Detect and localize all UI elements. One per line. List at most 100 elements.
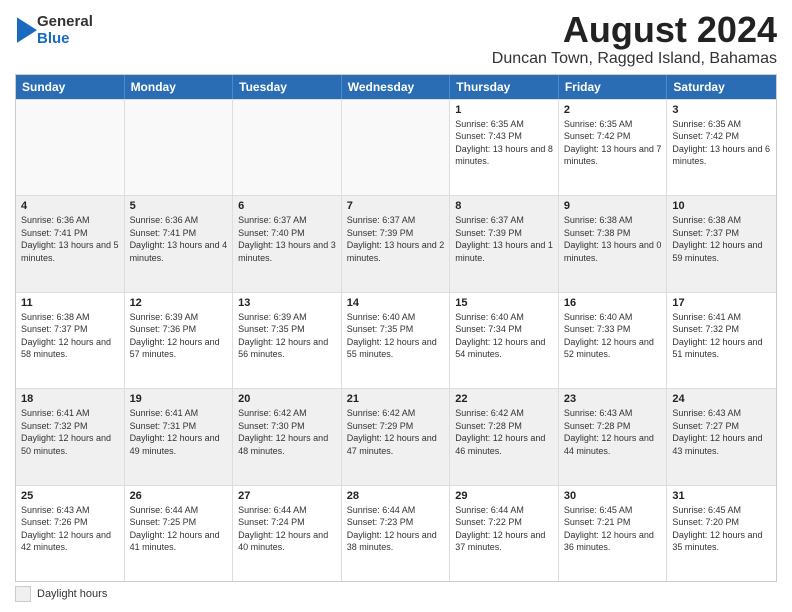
day-number: 5 (130, 200, 228, 212)
calendar-cell: 15Sunrise: 6:40 AM Sunset: 7:34 PM Dayli… (450, 293, 559, 388)
calendar-cell: 9 Sunrise: 6:38 AM Sunset: 7:38 PM Daylig… (559, 196, 668, 291)
day-detail: Sunrise: 6:37 AM Sunset: 7:40 PM Dayligh… (238, 214, 336, 264)
day-number: 16 (564, 297, 662, 309)
day-number: 18 (21, 393, 119, 405)
calendar-cell: 22 Sunrise: 6:42 AM Sunset: 7:28 PM Dayli… (450, 389, 559, 484)
day-number: 23 (564, 393, 662, 405)
day-number: 30 (564, 490, 662, 502)
day-detail: Sunrise: 6:40 AM Sunset: 7:34 PM Dayligh… (455, 311, 553, 361)
day-number: 14 (347, 297, 445, 309)
calendar-cell: 25Sunrise: 6:43 AM Sunset: 7:26 PM Dayli… (16, 486, 125, 581)
day-detail: Sunrise: 6:40 AM Sunset: 7:33 PM Dayligh… (564, 311, 662, 361)
calendar-cell: 14 Sunrise: 6:40 AM Sunset: 7:35 PM Dayli… (342, 293, 451, 388)
day-detail: Sunrise: 6:35 AM Sunset: 7:43 PM Dayligh… (455, 118, 553, 168)
calendar-cell: 5 Sunrise: 6:36 AM Sunset: 7:41 PM Daylig… (125, 196, 234, 291)
calendar-cell: 18 Sunrise: 6:41 AM Sunset: 7:32 PM Dayli… (16, 389, 125, 484)
calendar-cell: 3Sunrise: 6:35 AM Sunset: 7:42 PM Daylig… (667, 100, 776, 195)
calendar-cell: 17Sunrise: 6:41 AM Sunset: 7:32 PM Dayli… (667, 293, 776, 388)
calendar-cell: 24Sunrise: 6:43 AM Sunset: 7:27 PM Dayli… (667, 389, 776, 484)
footer-daylight-box (15, 586, 31, 602)
calendar-week: 4 Sunrise: 6:36 AM Sunset: 7:41 PM Daylig… (16, 195, 776, 291)
calendar-cell: 7 Sunrise: 6:37 AM Sunset: 7:39 PM Daylig… (342, 196, 451, 291)
calendar-week: 18 Sunrise: 6:41 AM Sunset: 7:32 PM Dayli… (16, 388, 776, 484)
calendar-cell: 11Sunrise: 6:38 AM Sunset: 7:37 PM Dayli… (16, 293, 125, 388)
day-detail: Sunrise: 6:45 AM Sunset: 7:21 PM Dayligh… (564, 504, 662, 554)
calendar-header-cell: Sunday (16, 75, 125, 99)
title-block: August 2024 Duncan Town, Ragged Island, … (492, 10, 777, 68)
day-number: 12 (130, 297, 228, 309)
day-detail: Sunrise: 6:42 AM Sunset: 7:30 PM Dayligh… (238, 407, 336, 457)
calendar-cell: 10 Sunrise: 6:38 AM Sunset: 7:37 PM Dayli… (667, 196, 776, 291)
calendar-cell: 13 Sunrise: 6:39 AM Sunset: 7:35 PM Dayli… (233, 293, 342, 388)
footer-label: Daylight hours (37, 588, 107, 600)
calendar: SundayMondayTuesdayWednesdayThursdayFrid… (15, 74, 777, 582)
day-detail: Sunrise: 6:36 AM Sunset: 7:41 PM Dayligh… (130, 214, 228, 264)
calendar-cell: 4 Sunrise: 6:36 AM Sunset: 7:41 PM Daylig… (16, 196, 125, 291)
day-detail: Sunrise: 6:41 AM Sunset: 7:32 PM Dayligh… (672, 311, 771, 361)
calendar-cell (342, 100, 451, 195)
day-number: 27 (238, 490, 336, 502)
day-detail: Sunrise: 6:38 AM Sunset: 7:37 PM Dayligh… (21, 311, 119, 361)
day-number: 1 (455, 104, 553, 116)
day-number: 9 (564, 200, 662, 212)
day-detail: Sunrise: 6:39 AM Sunset: 7:35 PM Dayligh… (238, 311, 336, 361)
day-detail: Sunrise: 6:42 AM Sunset: 7:28 PM Dayligh… (455, 407, 553, 457)
day-detail: Sunrise: 6:43 AM Sunset: 7:27 PM Dayligh… (672, 407, 771, 457)
day-number: 4 (21, 200, 119, 212)
calendar-cell: 8Sunrise: 6:37 AM Sunset: 7:39 PM Daylig… (450, 196, 559, 291)
calendar-cell: 23 Sunrise: 6:43 AM Sunset: 7:28 PM Dayli… (559, 389, 668, 484)
logo-blue: Blue (37, 31, 93, 48)
day-number: 13 (238, 297, 336, 309)
calendar-cell: 6 Sunrise: 6:37 AM Sunset: 7:40 PM Daylig… (233, 196, 342, 291)
day-detail: Sunrise: 6:38 AM Sunset: 7:38 PM Dayligh… (564, 214, 662, 264)
calendar-cell (125, 100, 234, 195)
calendar-cell: 20Sunrise: 6:42 AM Sunset: 7:30 PM Dayli… (233, 389, 342, 484)
day-number: 2 (564, 104, 662, 116)
day-detail: Sunrise: 6:35 AM Sunset: 7:42 PM Dayligh… (564, 118, 662, 168)
calendar-header-cell: Tuesday (233, 75, 342, 99)
logo: General Blue (15, 14, 93, 47)
day-number: 6 (238, 200, 336, 212)
day-detail: Sunrise: 6:36 AM Sunset: 7:41 PM Dayligh… (21, 214, 119, 264)
calendar-cell: 2 Sunrise: 6:35 AM Sunset: 7:42 PM Daylig… (559, 100, 668, 195)
logo-icon (17, 17, 37, 45)
calendar-header-cell: Wednesday (342, 75, 451, 99)
page: General Blue August 2024 Duncan Town, Ra… (0, 0, 792, 612)
day-number: 29 (455, 490, 553, 502)
day-number: 10 (672, 200, 771, 212)
calendar-header-row: SundayMondayTuesdayWednesdayThursdayFrid… (16, 75, 776, 99)
calendar-cell: 1 Sunrise: 6:35 AM Sunset: 7:43 PM Daylig… (450, 100, 559, 195)
calendar-week: 25Sunrise: 6:43 AM Sunset: 7:26 PM Dayli… (16, 485, 776, 581)
day-detail: Sunrise: 6:40 AM Sunset: 7:35 PM Dayligh… (347, 311, 445, 361)
logo-text: General Blue (37, 14, 93, 47)
calendar-cell: 31 Sunrise: 6:45 AM Sunset: 7:20 PM Dayli… (667, 486, 776, 581)
day-detail: Sunrise: 6:42 AM Sunset: 7:29 PM Dayligh… (347, 407, 445, 457)
calendar-cell: 28Sunrise: 6:44 AM Sunset: 7:23 PM Dayli… (342, 486, 451, 581)
calendar-cell: 16 Sunrise: 6:40 AM Sunset: 7:33 PM Dayli… (559, 293, 668, 388)
day-number: 25 (21, 490, 119, 502)
day-detail: Sunrise: 6:37 AM Sunset: 7:39 PM Dayligh… (347, 214, 445, 264)
day-detail: Sunrise: 6:35 AM Sunset: 7:42 PM Dayligh… (672, 118, 771, 168)
day-number: 22 (455, 393, 553, 405)
day-number: 31 (672, 490, 771, 502)
day-detail: Sunrise: 6:38 AM Sunset: 7:37 PM Dayligh… (672, 214, 771, 264)
footer: Daylight hours (15, 586, 777, 602)
header: General Blue August 2024 Duncan Town, Ra… (15, 10, 777, 68)
calendar-week: 11Sunrise: 6:38 AM Sunset: 7:37 PM Dayli… (16, 292, 776, 388)
main-title: August 2024 (492, 10, 777, 50)
day-detail: Sunrise: 6:41 AM Sunset: 7:32 PM Dayligh… (21, 407, 119, 457)
day-detail: Sunrise: 6:44 AM Sunset: 7:22 PM Dayligh… (455, 504, 553, 554)
calendar-header-cell: Friday (559, 75, 668, 99)
day-detail: Sunrise: 6:43 AM Sunset: 7:28 PM Dayligh… (564, 407, 662, 457)
day-number: 7 (347, 200, 445, 212)
day-detail: Sunrise: 6:45 AM Sunset: 7:20 PM Dayligh… (672, 504, 771, 554)
calendar-cell (16, 100, 125, 195)
day-detail: Sunrise: 6:41 AM Sunset: 7:31 PM Dayligh… (130, 407, 228, 457)
calendar-body: 1 Sunrise: 6:35 AM Sunset: 7:43 PM Daylig… (16, 99, 776, 581)
calendar-cell (233, 100, 342, 195)
calendar-cell: 19Sunrise: 6:41 AM Sunset: 7:31 PM Dayli… (125, 389, 234, 484)
day-number: 26 (130, 490, 228, 502)
calendar-cell: 29 Sunrise: 6:44 AM Sunset: 7:22 PM Dayli… (450, 486, 559, 581)
subtitle: Duncan Town, Ragged Island, Bahamas (492, 50, 777, 68)
calendar-header-cell: Monday (125, 75, 234, 99)
